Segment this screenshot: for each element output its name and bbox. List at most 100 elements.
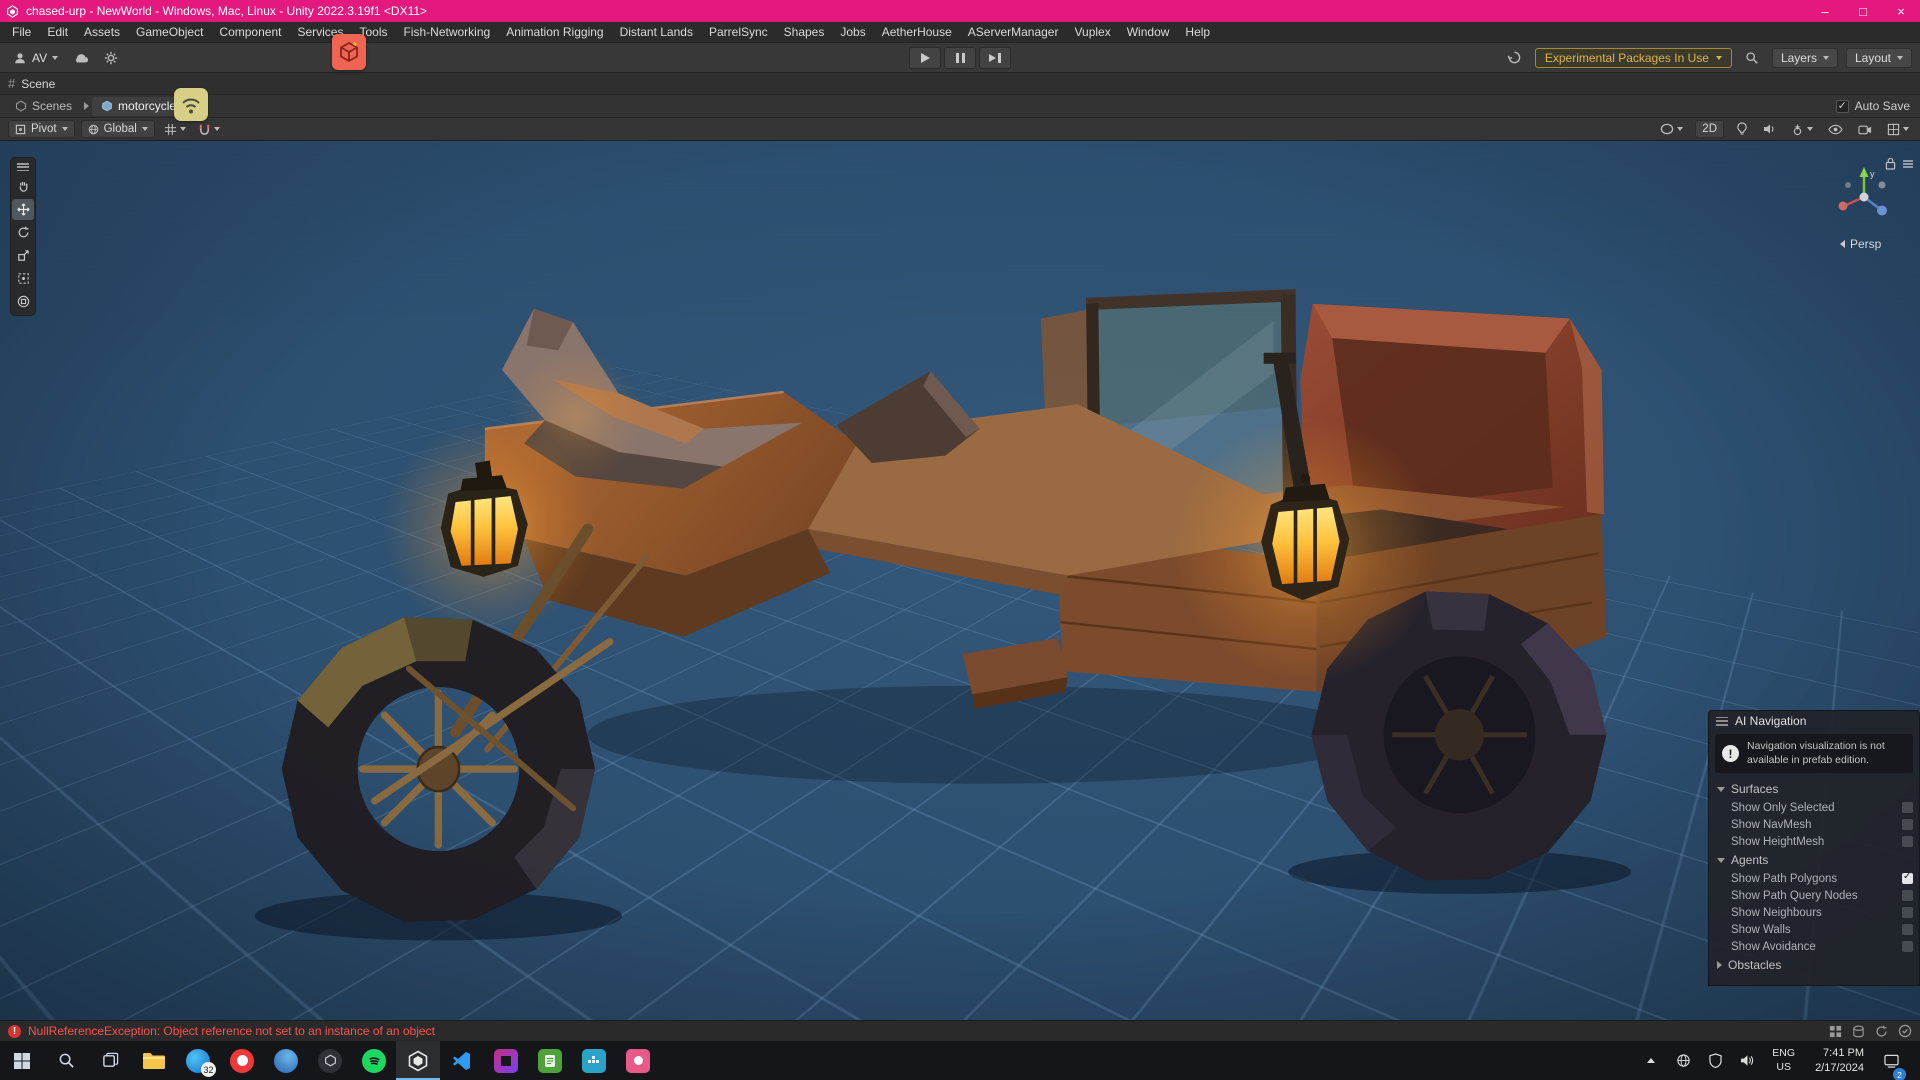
menu-distant-lands[interactable]: Distant Lands [612,22,701,42]
undo-history-icon[interactable] [1503,47,1527,69]
unity-hub-icon[interactable] [308,1041,352,1080]
step-button[interactable] [979,47,1011,69]
cloud-button[interactable] [69,47,93,69]
gear-icon[interactable] [99,47,123,69]
2d-toggle[interactable]: 2D [1695,120,1724,138]
nav-item-show-navmesh[interactable]: Show NavMesh [1709,816,1919,833]
scale-tool[interactable] [12,245,34,266]
menu-assets[interactable]: Assets [76,22,128,42]
refresh-status-icon[interactable] [1875,1025,1888,1038]
overlay-menu-icon[interactable] [1902,159,1914,169]
checkbox[interactable] [1902,819,1913,830]
nav-item-show-path-query-nodes[interactable]: Show Path Query Nodes [1709,887,1919,904]
tray-chevron-up-icon[interactable] [1638,1041,1664,1080]
rect-tool[interactable] [12,268,34,289]
notepad-icon[interactable] [528,1041,572,1080]
edge-browser-icon[interactable]: 32 [176,1041,220,1080]
menu-file[interactable]: File [4,22,39,42]
grid-snap-dropdown[interactable] [161,120,189,138]
layers-dropdown[interactable]: Layers [1772,48,1838,68]
section-agents[interactable]: Agents [1709,850,1919,870]
network-icon[interactable] [1670,1041,1696,1080]
vivaldi-browser-icon[interactable] [220,1041,264,1080]
taskbar-search-button[interactable] [44,1041,88,1080]
snap-increment-dropdown[interactable] [195,120,223,138]
scene-effects-dropdown[interactable] [1788,120,1816,138]
tools-popup-icon[interactable] [332,34,366,70]
scene-tab-label[interactable]: Scene [21,77,55,91]
nav-item-show-heightmesh[interactable]: Show HeightMesh [1709,833,1919,850]
pivot-dropdown[interactable]: Pivot [8,120,75,138]
lock-icon[interactable] [1885,157,1896,170]
checkbox[interactable] [1902,873,1913,884]
nav-item-show-walls[interactable]: Show Walls [1709,921,1919,938]
draw-mode-dropdown[interactable] [1657,120,1686,138]
task-view-button[interactable] [88,1041,132,1080]
overlay-drag-handle-icon[interactable] [17,163,29,171]
view-hand-tool[interactable] [12,176,34,197]
checkbox[interactable] [1902,907,1913,918]
processes-icon[interactable] [1829,1025,1842,1038]
menu-jobs[interactable]: Jobs [832,22,873,42]
section-surfaces[interactable]: Surfaces [1709,779,1919,799]
unity-editor-icon[interactable] [396,1041,440,1080]
menu-shapes[interactable]: Shapes [776,22,833,42]
checkbox[interactable] [1902,890,1913,901]
scene-camera-dropdown[interactable] [1855,120,1875,138]
section-obstacles[interactable]: Obstacles [1709,955,1919,975]
menu-help[interactable]: Help [1177,22,1218,42]
auto-save-toggle[interactable]: Auto Save [1836,99,1910,113]
breadcrumb-motorcycle[interactable]: motorcycle [92,97,185,116]
cache-server-icon[interactable] [1852,1025,1865,1038]
scene-visibility-toggle[interactable] [1825,120,1846,138]
breadcrumb-scenes[interactable]: Scenes [6,97,81,116]
layout-dropdown[interactable]: Layout [1846,48,1912,68]
security-shield-icon[interactable] [1702,1041,1728,1080]
menu-aservermanager[interactable]: AServerManager [960,22,1067,42]
menu-gameobject[interactable]: GameObject [128,22,211,42]
menu-aetherhouse[interactable]: AetherHouse [874,22,960,42]
docker-icon[interactable] [572,1041,616,1080]
rotate-tool[interactable] [12,222,34,243]
menu-component[interactable]: Component [211,22,289,42]
file-explorer-icon[interactable] [132,1041,176,1080]
signal-overlay-icon[interactable] [174,88,208,121]
checkbox[interactable] [1902,836,1913,847]
pause-button[interactable] [944,47,976,69]
collab-status-icon[interactable] [1898,1024,1912,1038]
play-button[interactable] [909,47,941,69]
minimize-button[interactable]: – [1806,0,1844,22]
checkbox[interactable] [1902,941,1913,952]
scene-viewport[interactable]: y Persp AI Navigation ! Navigation visua… [0,141,1920,1020]
move-tool[interactable] [12,199,34,220]
menu-edit[interactable]: Edit [39,22,76,42]
pink-app-icon[interactable] [616,1041,660,1080]
menu-window[interactable]: Window [1119,22,1178,42]
close-button[interactable]: × [1882,0,1920,22]
projection-toggle[interactable]: Persp [1840,237,1881,251]
notification-center-icon[interactable]: 2 [1878,1041,1904,1080]
checkbox[interactable] [1902,924,1913,935]
search-icon[interactable] [1740,47,1764,69]
motorcycle-model[interactable] [0,141,1920,1020]
scene-lighting-toggle[interactable] [1733,120,1751,138]
nav-item-show-neighbours[interactable]: Show Neighbours [1709,904,1919,921]
volume-icon[interactable] [1734,1041,1760,1080]
firefox-browser-icon[interactable] [264,1041,308,1080]
language-indicator[interactable]: ENG US [1766,1047,1801,1073]
vscode-icon[interactable] [440,1041,484,1080]
gizmos-dropdown[interactable] [1884,120,1912,138]
menu-fish-networking[interactable]: Fish-Networking [395,22,498,42]
rider-icon[interactable] [484,1041,528,1080]
ai-navigation-header[interactable]: AI Navigation [1709,711,1919,731]
maximize-button[interactable]: □ [1844,0,1882,22]
nav-item-show-path-polygons[interactable]: Show Path Polygons [1709,870,1919,887]
checkbox[interactable] [1902,802,1913,813]
spotify-icon[interactable] [352,1041,396,1080]
menu-vuplex[interactable]: Vuplex [1066,22,1118,42]
scene-audio-toggle[interactable] [1760,120,1779,138]
experimental-packages-button[interactable]: Experimental Packages In Use [1535,48,1732,68]
console-error-message[interactable]: NullReferenceException: Object reference… [28,1024,435,1038]
nav-item-show-avoidance[interactable]: Show Avoidance [1709,938,1919,955]
auto-save-checkbox[interactable] [1836,100,1849,113]
